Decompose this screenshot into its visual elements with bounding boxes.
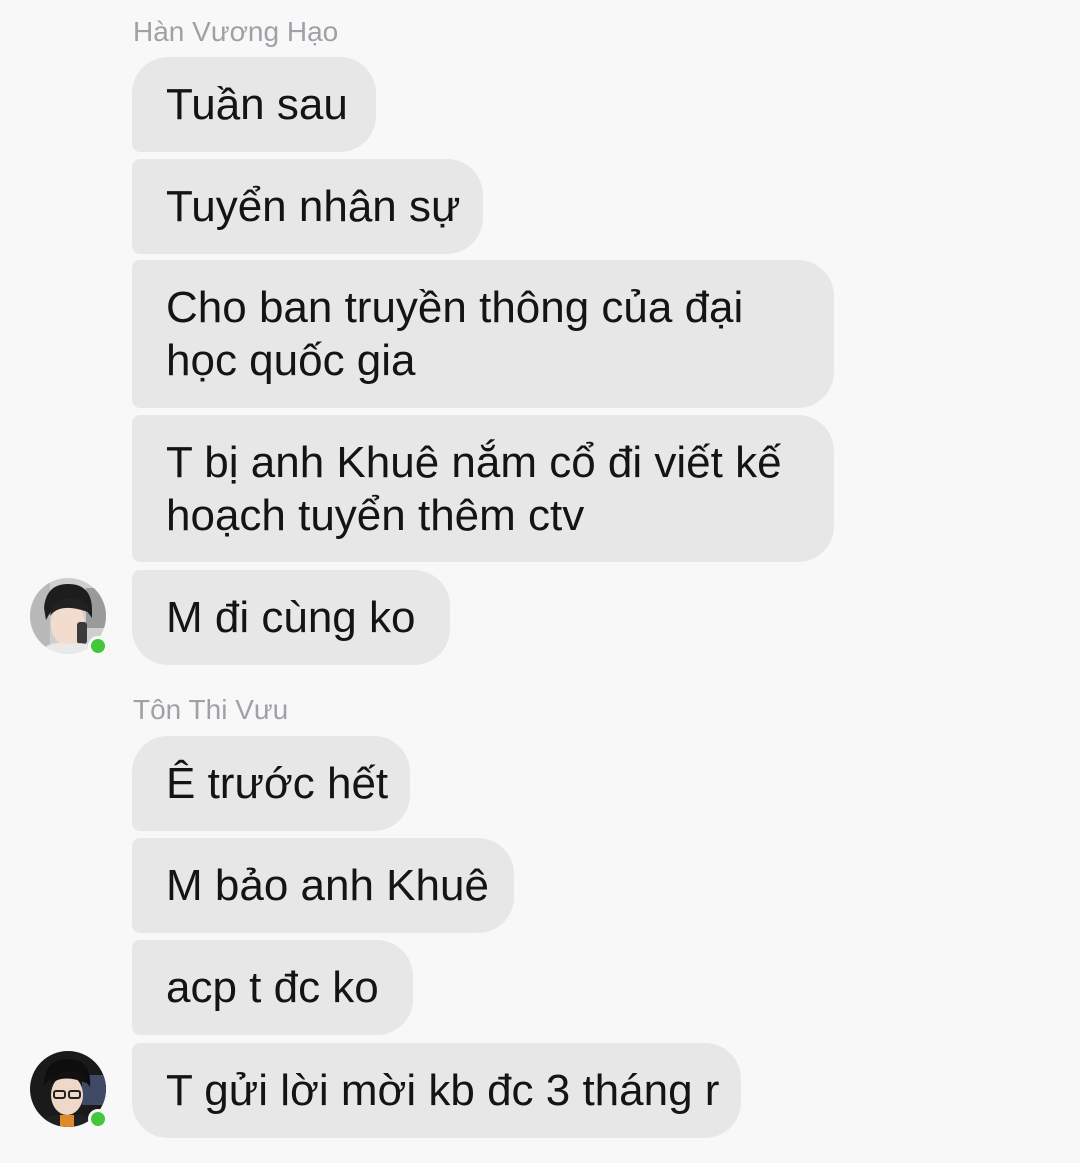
message-text: Ê trước hết <box>166 759 389 808</box>
message-text: M đi cùng ko <box>166 593 416 642</box>
message-text: T bị anh Khuê nắm cổ đi viết kế <box>166 437 782 487</box>
message-text: Tuyển nhân sự <box>166 182 461 231</box>
message-text: học quốc gia <box>166 336 416 385</box>
avatar[interactable] <box>30 1051 108 1129</box>
message-bubble[interactable]: Tuần sau <box>132 57 376 152</box>
message-bubble[interactable]: Ê trước hết <box>132 736 410 831</box>
message-bubble[interactable]: M đi cùng ko <box>132 570 450 665</box>
message-bubble[interactable]: Tuyển nhân sự <box>132 159 483 254</box>
online-status-dot <box>88 636 108 656</box>
message-text: T gửi lời mời kb đc 3 tháng r <box>166 1066 720 1115</box>
message-text: M bảo anh Khuê <box>166 861 489 910</box>
message-text: hoạch tuyển thêm ctv <box>166 490 585 540</box>
message-text: Tuần sau <box>166 80 348 129</box>
message-text: acp t đc ko <box>166 963 379 1012</box>
message-bubble[interactable]: acp t đc ko <box>132 940 413 1035</box>
message-bubble[interactable]: T gửi lời mời kb đc 3 tháng r <box>132 1043 741 1138</box>
sender-name: Hàn Vương Hạo <box>133 16 339 47</box>
message-bubble[interactable]: M bảo anh Khuê <box>132 838 514 933</box>
online-status-dot <box>88 1109 108 1129</box>
message-bubble[interactable]: T bị anh Khuê nắm cổ đi viết kế hoạch tu… <box>132 415 834 562</box>
avatar[interactable] <box>30 578 108 656</box>
sender-name: Tôn Thi Vưu <box>133 694 289 725</box>
message-bubble[interactable]: Cho ban truyền thông của đại học quốc gi… <box>132 260 834 408</box>
message-text: Cho ban truyền thông của đại <box>166 283 744 332</box>
